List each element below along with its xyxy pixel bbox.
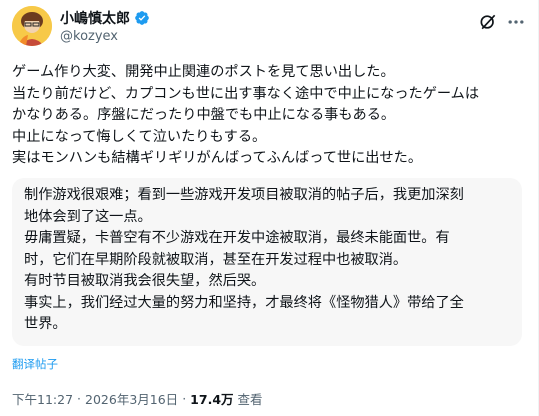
translation-line: 制作游戏很艰难；看到一些游戏开发项目被取消的帖子后，我更加深刻 <box>24 187 464 203</box>
post-body: ゲーム作り大変、開発中止関連のポストを見て思い出した。 当たり前だけど、カプコン… <box>12 62 527 170</box>
post-meta: 下午11:27 · 2026年3月16日 · 17.4万 查看 <box>12 388 263 408</box>
author-handle[interactable]: @kozyex <box>60 29 118 44</box>
translation-line: 地体会到了这一点。 <box>24 208 152 225</box>
meta-separator: · <box>77 390 82 406</box>
post-line: かなりある。序盤にだったり中盤でも中止になる事もある。 <box>12 107 396 124</box>
translation-line: 毋庸置疑，卡普空有不少游戏在开发中途被取消，最终未能面世。有 <box>24 230 450 246</box>
avatar[interactable] <box>12 6 52 46</box>
post-card: 小嶋慎太郎 @kozyex ゲーム作り大変、開発中止関連のポストを見て思い出した… <box>0 0 539 416</box>
translation-box: 制作游戏很艰难；看到一些游戏开发项目被取消的帖子后，我更加深刻 地体会到了这一点… <box>12 178 522 346</box>
grok-icon[interactable] <box>478 12 498 32</box>
views-count: 17.4万 <box>190 391 234 407</box>
post-line: 中止になって悔しくて泣いたりもする。 <box>12 128 267 145</box>
post-time[interactable]: 下午11:27 <box>12 389 73 408</box>
translation-line: 世界。 <box>24 316 67 332</box>
post-line: 当たり前だけど、カプコンも世に出す事なく途中で中止になったゲームは <box>12 85 480 102</box>
translate-post-link[interactable]: 翻译帖子 <box>12 356 58 372</box>
meta-separator: · <box>182 390 187 406</box>
author-display-name[interactable]: 小嶋慎太郎 <box>60 8 130 28</box>
translation-line: 事实上，我们经过大量的努力和坚持，才最终将《怪物猎人》带给了全 <box>24 294 464 311</box>
post-line: ゲーム作り大変、開発中止関連のポストを見て思い出した。 <box>12 64 395 80</box>
translation-line: 有时节目被取消我会很失望，然后哭。 <box>24 273 266 289</box>
author-name-row[interactable]: 小嶋慎太郎 <box>60 7 150 29</box>
more-icon[interactable] <box>506 12 526 32</box>
translation-line: 时，它们在早期阶段就被取消，甚至在开发过程中也被取消。 <box>24 251 408 268</box>
post-line: 実はモンハンも結構ギリギリがんばってふんばって世に出せた。 <box>12 150 423 167</box>
verified-badge-icon <box>135 11 149 25</box>
post-date[interactable]: 2026年3月16日 <box>85 389 178 408</box>
avatar-illustration <box>12 6 52 46</box>
views-label: 查看 <box>237 391 263 407</box>
